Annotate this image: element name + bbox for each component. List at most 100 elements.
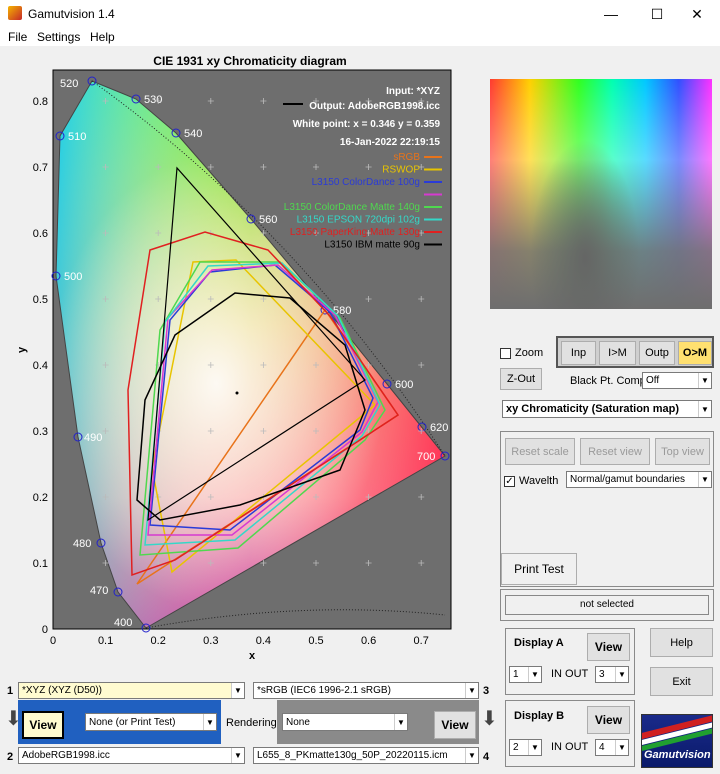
status-text: not selected (505, 595, 709, 615)
info-input: Input: *XYZ (386, 86, 440, 97)
mode-o-to-m-button[interactable]: O>M (678, 341, 712, 365)
y-tick-label: 0.6 (33, 228, 48, 240)
chevron-down-icon: ▼ (231, 748, 244, 763)
help-button[interactable]: Help (650, 628, 713, 657)
wavelength-label: 500 (64, 271, 82, 283)
display-a-out-select[interactable]: 3 ▼ (595, 666, 629, 683)
wavelength-label: 620 (430, 422, 448, 434)
wavelength-label: 530 (144, 94, 162, 106)
mode-inp-button[interactable]: Inp (561, 341, 596, 365)
x-tick-label: 0.7 (414, 635, 429, 647)
legend-entry: RSWOP (382, 165, 420, 176)
chevron-down-icon: ▼ (615, 667, 628, 682)
chevron-down-icon: ▼ (698, 401, 711, 417)
reset-scale-button[interactable]: Reset scale (505, 438, 575, 465)
wavelength-checkbox[interactable]: ✓ (504, 476, 515, 487)
y-tick-label: 0.2 (33, 492, 48, 504)
display-b-in-select[interactable]: 2 ▼ (509, 739, 542, 756)
chevron-down-icon: ▼ (203, 714, 216, 730)
black-pt-comp-label: Black Pt. Comp. (570, 375, 649, 387)
wavelength-label: 700 (417, 451, 435, 463)
reset-view-button[interactable]: Reset view (580, 438, 650, 465)
display-a-view-button[interactable]: View (587, 633, 630, 661)
top-view-button[interactable]: Top view (655, 438, 710, 465)
zoom-out-button[interactable]: Z-Out (500, 368, 542, 390)
input-intent-select[interactable]: None (or Print Test) ▼ (85, 713, 217, 731)
chevron-down-icon: ▼ (231, 683, 244, 698)
x-tick-label: 0.5 (308, 635, 323, 647)
x-tick-label: 0.2 (151, 635, 166, 647)
zoom-label: Zoom (515, 347, 544, 359)
chevron-down-icon: ▼ (394, 714, 407, 730)
wavelength-label: 600 (395, 379, 413, 391)
wavelength-label: 470 (90, 585, 108, 597)
display-a-in-select[interactable]: 1 ▼ (509, 666, 542, 683)
file-1-number: 1 (7, 685, 14, 697)
legend-entry: L3150 ColorDance 100g (312, 177, 420, 188)
x-tick-label: 0.4 (256, 635, 271, 647)
x-tick-label: 0.6 (361, 635, 376, 647)
exit-button[interactable]: Exit (650, 667, 713, 696)
display-b-view-button[interactable]: View (587, 706, 630, 734)
wavelength-label: 540 (184, 128, 202, 140)
output-intent-select[interactable]: None ▼ (282, 713, 408, 731)
output-view-button[interactable]: View (434, 711, 476, 739)
color-map-view[interactable] (490, 79, 712, 309)
file-2-select[interactable]: AdobeRGB1998.icc ▼ (18, 747, 245, 764)
mode-i-to-m-button[interactable]: I>M (599, 341, 636, 365)
y-tick-label: 0.3 (33, 426, 48, 438)
wavelength-label: 510 (68, 131, 86, 143)
x-tick-label: 0.1 (98, 635, 113, 647)
chevron-down-icon: ▼ (465, 748, 478, 763)
y-tick-label: 0.1 (33, 558, 48, 570)
legend-entry: L3150 ColorDance Matte 140g (284, 202, 420, 213)
rendering-label: Rendering (226, 717, 277, 729)
wavelength-label: 520 (60, 78, 78, 90)
display-a-label: Display A (514, 637, 564, 649)
chevron-down-icon: ▼ (465, 683, 478, 698)
chevron-down-icon: ▼ (528, 667, 541, 682)
y-tick-label: 0.8 (33, 96, 48, 108)
chevron-down-icon: ▼ (698, 373, 711, 388)
legend-entry: L3150 EPSON 720dpi 102g (297, 215, 420, 226)
boundaries-select[interactable]: Normal/gamut boundaries ▼ (566, 471, 712, 488)
y-tick-label: 0.5 (33, 294, 48, 306)
y-tick-label: 0 (42, 624, 48, 636)
zoom-checkbox[interactable] (500, 348, 511, 359)
mode-outp-button[interactable]: Outp (639, 341, 675, 365)
info-white-point: White point: x = 0.346 y = 0.359 (293, 119, 441, 130)
display-b-in-out-label: IN OUT (551, 741, 589, 753)
file-3-select[interactable]: *sRGB (IEC6 1996-2.1 sRGB) ▼ (253, 682, 479, 699)
file-3-number: 3 (483, 685, 490, 697)
y-tick-label: 0.4 (33, 360, 48, 372)
legend-entry: L3150 PaperKing Matte 130g (290, 227, 420, 238)
info-timestamp: 16-Jan-2022 22:19:15 (340, 137, 441, 148)
display-type-select[interactable]: xy Chromaticity (Saturation map) ▼ (502, 400, 712, 418)
wavelength-label: 490 (84, 432, 102, 444)
file-4-select[interactable]: L655_8_PKmatte130g_50P_20220115.icm ▼ (253, 747, 479, 764)
x-tick-label: 0 (50, 635, 56, 647)
input-view-button[interactable]: View (22, 711, 64, 739)
y-axis-label: y (16, 346, 28, 353)
wavelength-label: 400 (114, 617, 132, 629)
gamutvision-logo: Gamutvision (641, 714, 713, 768)
chevron-down-icon: ▼ (615, 740, 628, 755)
chevron-down-icon: ▼ (528, 740, 541, 755)
wavelength-label: 560 (259, 214, 277, 226)
wavelength-label: 480 (73, 538, 91, 550)
down-arrow-right-icon: ⬇ (481, 708, 498, 730)
display-b-out-select[interactable]: 4 ▼ (595, 739, 629, 756)
legend-entry: sRGB (393, 152, 420, 163)
file-1-select[interactable]: *XYZ (XYZ (D50)) ▼ (18, 682, 245, 699)
print-test-button[interactable]: Print Test (501, 553, 577, 585)
x-axis-label: x (249, 650, 256, 662)
x-tick-label: 0.3 (203, 635, 218, 647)
file-4-number: 4 (483, 751, 490, 763)
chevron-down-icon: ▼ (698, 472, 711, 487)
wavelength-label: Wavelth (519, 475, 559, 487)
y-tick-label: 0.7 (33, 162, 48, 174)
display-a-in-out-label: IN OUT (551, 668, 589, 680)
legend-entry: L3150 IBM matte 90g (324, 240, 420, 251)
display-b-label: Display B (514, 710, 565, 722)
black-pt-comp-select[interactable]: Off ▼ (642, 372, 712, 389)
